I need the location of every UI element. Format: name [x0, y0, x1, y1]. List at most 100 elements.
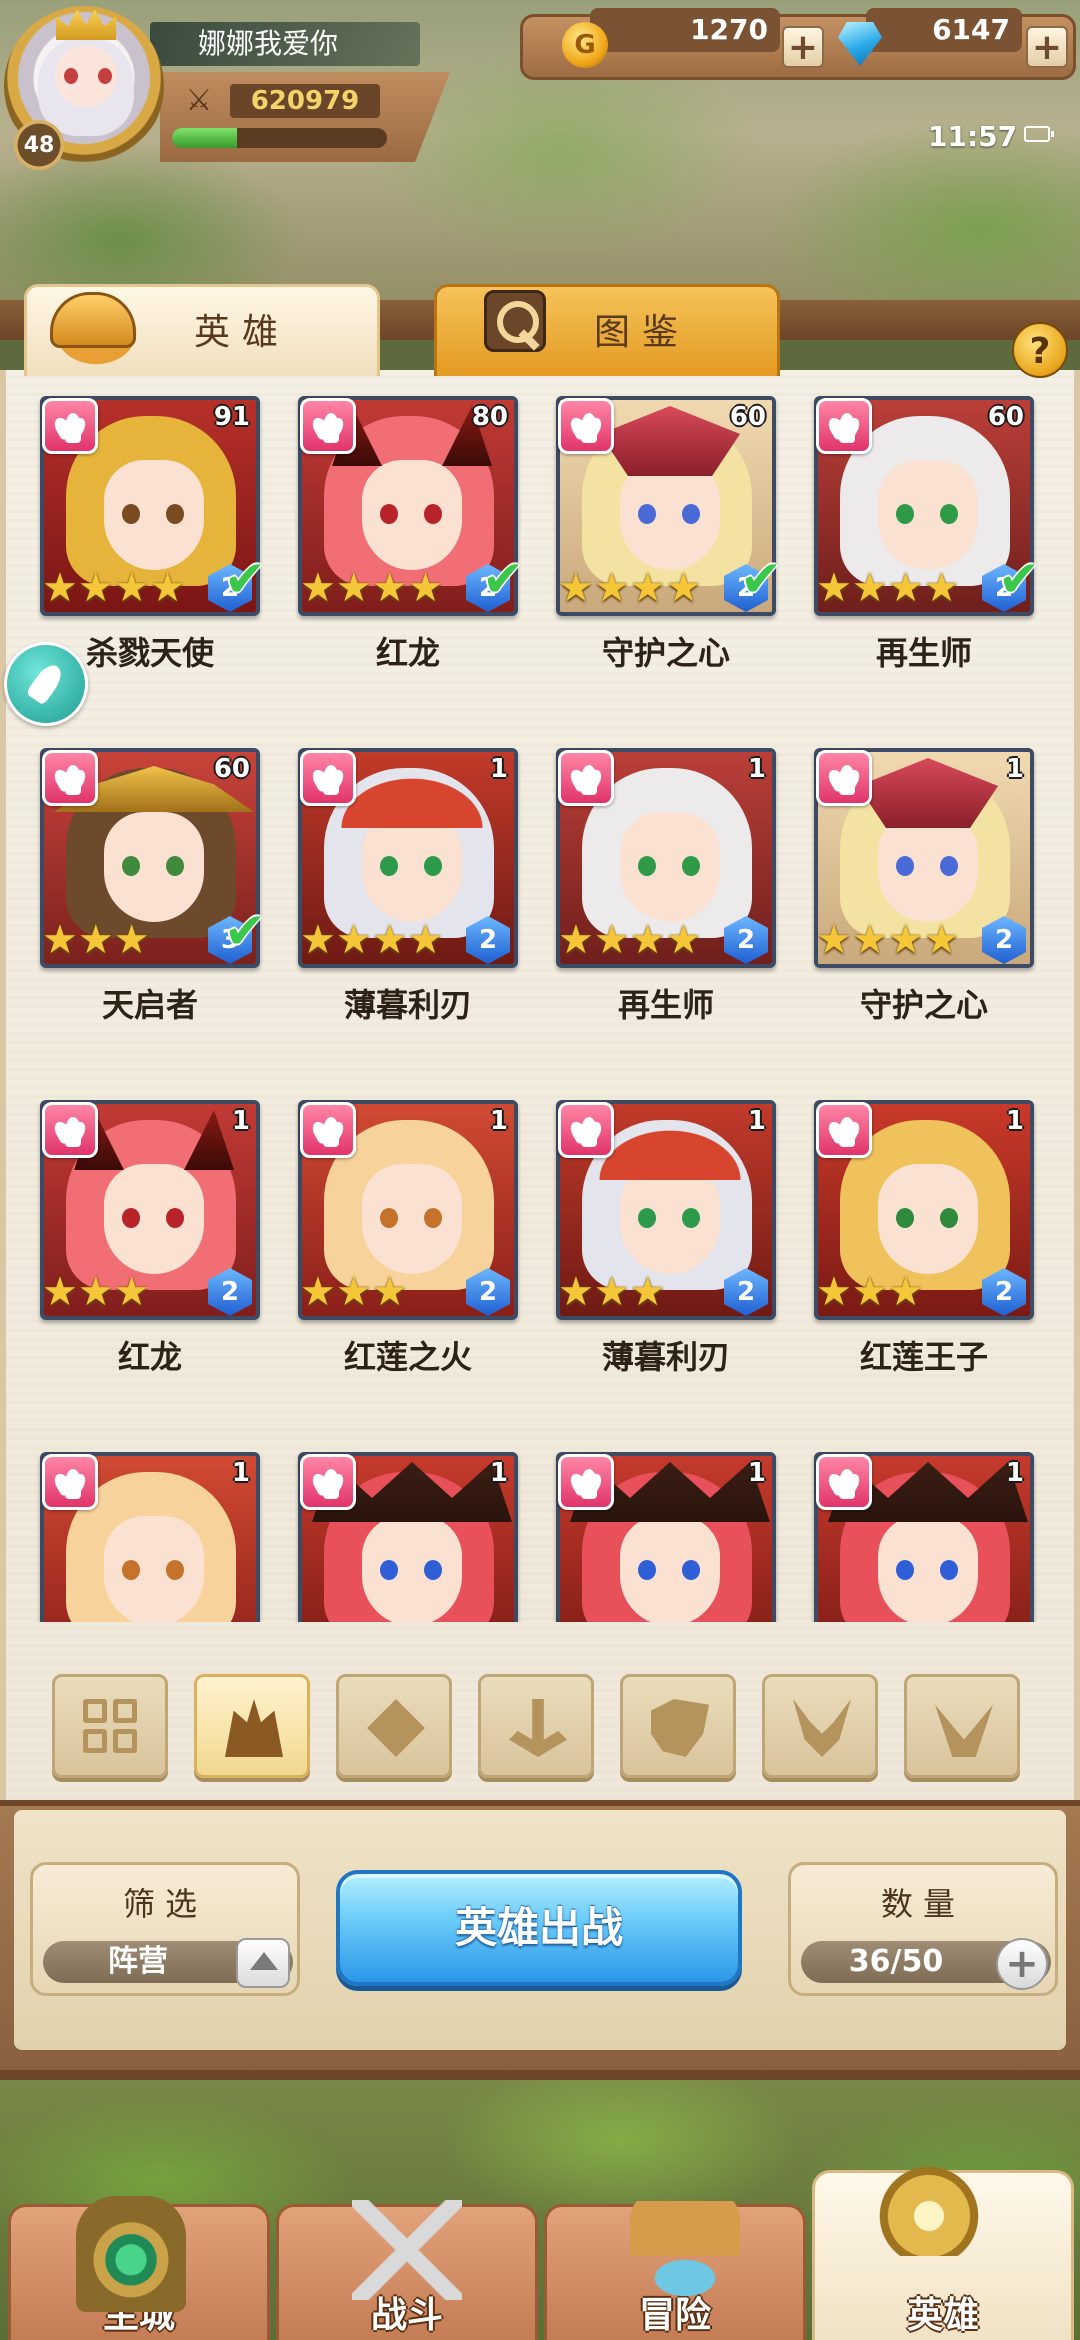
hero-card[interactable]: 1	[40, 1452, 260, 1622]
filter-flame-faction[interactable]	[194, 1674, 310, 1778]
hero-eye	[682, 504, 700, 524]
filter-beast-faction[interactable]	[620, 1674, 736, 1778]
avatar-face	[38, 36, 134, 136]
deploy-heroes-button[interactable]: 英雄出战	[336, 1870, 742, 1986]
hero-eye	[424, 504, 442, 524]
faction-emblem	[839, 765, 855, 795]
hero-eye	[424, 856, 442, 876]
hero-grid[interactable]: 91 ★★★★ 2 ✔ 杀戮天使 80 ★★★★ 2 ✔ 红龙 60 ★★★★ 2 ✔ 守护之心 60 ★★★★…	[0, 380, 1080, 1622]
hero-name: 红莲王子	[859, 1338, 988, 1376]
add-gems-button[interactable]: +	[1026, 26, 1068, 68]
faction-emblem	[581, 1117, 597, 1147]
hero-eye	[380, 856, 398, 876]
flame-faction-icon	[42, 1102, 98, 1158]
horn-faction-icon	[793, 1699, 851, 1757]
flame-faction-icon	[558, 398, 614, 454]
map-scroll-icon	[630, 2190, 740, 2300]
hero-level: 80	[471, 402, 508, 432]
hero-card[interactable]: 1	[814, 1452, 1034, 1622]
filter-title: 筛选	[122, 1885, 207, 1923]
magnifier-icon	[484, 290, 546, 352]
faction-emblem	[65, 765, 81, 795]
faction-emblem	[581, 765, 597, 795]
faction-filter-row	[0, 1660, 1080, 1780]
anchor-faction-icon	[509, 1699, 567, 1757]
star-rating: ★★★	[42, 1269, 150, 1315]
filter-grid-all[interactable]	[52, 1674, 168, 1778]
hero-eye	[638, 1208, 656, 1228]
hero-level: 1	[489, 754, 508, 784]
faction-emblem	[65, 413, 81, 443]
player-name: 娜娜我爱你	[150, 22, 420, 66]
avatar-eye	[98, 68, 112, 84]
hero-eye	[940, 1560, 958, 1580]
star-rating: ★★★★	[558, 565, 702, 611]
hero-card[interactable]: 60 ★★★ 3 ✔ 天启者	[40, 748, 266, 1048]
hero-card[interactable]: 1 ★★★★ 2 再生师	[556, 748, 776, 1048]
star-rating: ★★★	[42, 917, 150, 963]
flame-faction-icon	[300, 750, 356, 806]
hero-card[interactable]: 1 ★★★ 2 薄暮利刃	[556, 1100, 776, 1400]
hero-level: 1	[231, 1106, 250, 1136]
faction-emblem	[65, 1117, 81, 1147]
hero-eye	[638, 504, 656, 524]
knight-helmet-icon	[30, 282, 150, 382]
hero-level: 1	[1005, 1106, 1024, 1136]
hero-eye	[166, 504, 184, 524]
filter-horn-faction[interactable]	[762, 1674, 878, 1778]
hero-card[interactable]: 1 ★★★★ 2 守护之心	[814, 748, 1034, 1048]
avatar-eye	[64, 68, 78, 84]
flame-faction-icon	[816, 1454, 872, 1510]
grid-square	[83, 1729, 107, 1753]
rocket-quick-button[interactable]	[4, 642, 88, 726]
hero-eye	[122, 1560, 140, 1580]
hero-name: 薄暮利刃	[601, 1338, 730, 1376]
hero-face	[362, 812, 462, 922]
hero-face	[362, 1516, 462, 1622]
hero-card[interactable]: 60 ★★★★ 2 ✔ 守护之心	[556, 396, 782, 696]
filter-diamond-faction[interactable]	[336, 1674, 452, 1778]
add-gold-button[interactable]: +	[782, 26, 824, 68]
deployed-check-icon: ✔	[740, 550, 782, 608]
deployed-check-icon: ✔	[224, 550, 266, 608]
flame-faction-icon	[300, 1454, 356, 1510]
hero-eye	[682, 1560, 700, 1580]
hero-eye	[940, 1208, 958, 1228]
hero-card[interactable]: 1 ★★★ 2 红龙	[40, 1100, 260, 1400]
hero-card[interactable]: 60 ★★★★ 2 ✔ 再生师	[814, 396, 1040, 696]
nav-label: 英雄	[906, 2295, 979, 2336]
hero-face	[362, 1164, 462, 1274]
filter-expand-button[interactable]	[236, 1938, 290, 1988]
flame-faction-icon	[816, 1102, 872, 1158]
hero-eye	[122, 1208, 140, 1228]
hero-card[interactable]: 1	[298, 1452, 518, 1622]
star-rating: ★★★★	[558, 917, 702, 963]
exp-bar	[172, 128, 387, 148]
filter-anchor-faction[interactable]	[478, 1674, 594, 1778]
filter-wing-faction[interactable]	[904, 1674, 1020, 1778]
hero-eye	[940, 856, 958, 876]
add-hero-slot-button[interactable]: +	[996, 1938, 1048, 1990]
faction-emblem	[839, 413, 855, 443]
hero-face	[878, 812, 978, 922]
star-rating: ★★★★	[300, 565, 444, 611]
hero-card[interactable]: 1 ★★★ 2 红莲之火	[298, 1100, 518, 1400]
hero-level: 1	[489, 1458, 508, 1488]
hero-name: 守护之心	[859, 986, 988, 1024]
hero-name: 守护之心	[601, 634, 730, 672]
hero-level: 1	[747, 1458, 766, 1488]
flame-faction-icon	[300, 1102, 356, 1158]
hero-face	[620, 460, 720, 570]
hero-card[interactable]: 80 ★★★★ 2 ✔ 红龙	[298, 396, 524, 696]
hero-card[interactable]: 1 ★★★ 2 红莲王子	[814, 1100, 1034, 1400]
hero-eye	[896, 1208, 914, 1228]
hero-card[interactable]: 1	[556, 1452, 776, 1622]
battery-icon	[1024, 126, 1054, 142]
help-button[interactable]: ?	[1012, 322, 1068, 378]
star-rating: ★★★★	[816, 917, 960, 963]
flame-faction-icon	[558, 1102, 614, 1158]
castle-icon	[76, 2196, 186, 2312]
hero-eye	[638, 1560, 656, 1580]
hero-card[interactable]: 1 ★★★★ 2 薄暮利刃	[298, 748, 518, 1048]
flame-faction-icon	[300, 398, 356, 454]
